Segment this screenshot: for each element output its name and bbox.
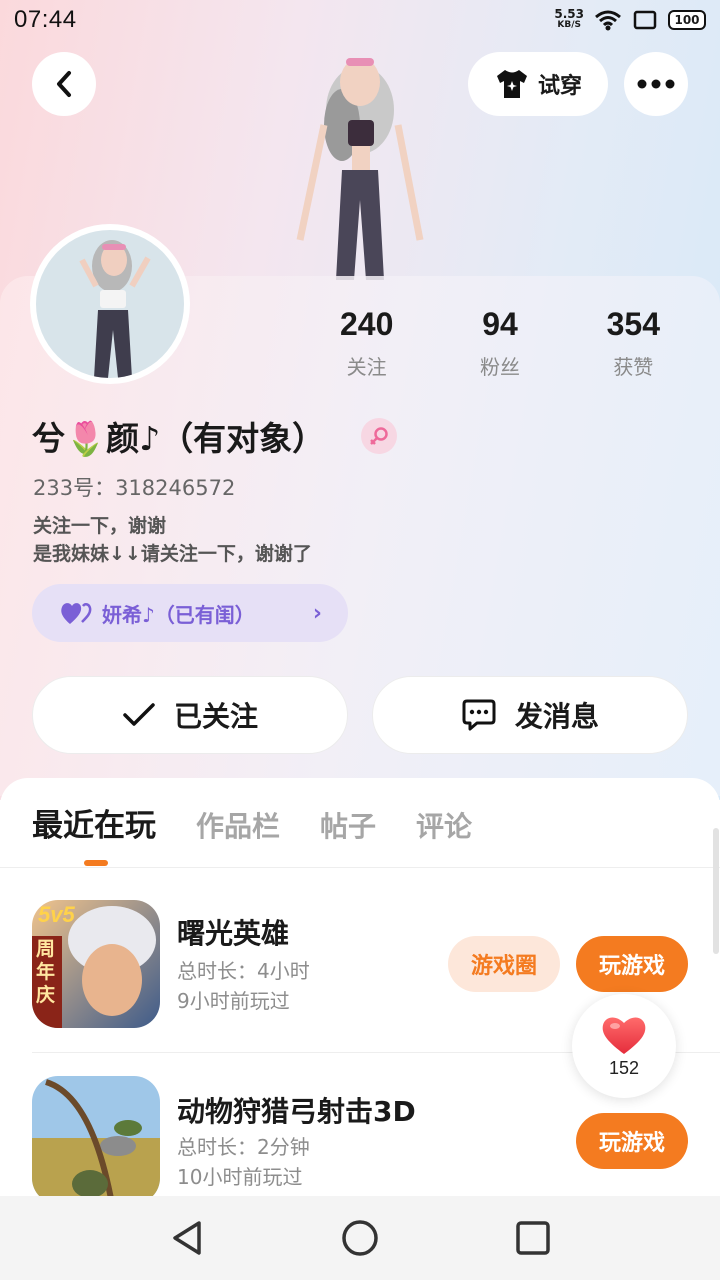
- hero-avatar-figure: [296, 58, 424, 280]
- like-count: 152: [608, 1057, 640, 1078]
- like-float-button[interactable]: 152: [572, 994, 676, 1098]
- tab-recently-played[interactable]: 最近在玩: [32, 800, 156, 845]
- tabs-divider: [0, 867, 720, 868]
- user-id: 233号：318246572: [33, 476, 236, 500]
- game-icon-badge-top: 5v5: [38, 902, 75, 927]
- stat-following-count: 240: [339, 306, 394, 342]
- follow-label: 已关注: [173, 700, 258, 733]
- game-icon-animal-hunting[interactable]: [32, 1076, 160, 1204]
- more-button[interactable]: [624, 52, 688, 116]
- game-duration: 总时长：2分钟: [177, 1135, 310, 1159]
- profile-bio: 关注一下，谢谢 是我妹妹↓↓请关注一下，谢谢了: [33, 512, 312, 568]
- net-speed-value: 5.53: [554, 7, 584, 21]
- bio-line-2: 是我妹妹↓↓请关注一下，谢谢了: [33, 543, 312, 565]
- net-speed-unit: KB/S: [557, 20, 581, 30]
- game-meta: 总时长：4小时 9小时前玩过: [177, 956, 310, 1016]
- tab-works[interactable]: 作品栏: [196, 805, 280, 845]
- stat-likes-count: 354: [606, 306, 661, 342]
- stat-fans[interactable]: 94 粉丝: [433, 306, 566, 380]
- back-triangle-icon[interactable]: [167, 1218, 207, 1258]
- play-game-button[interactable]: 玩游戏: [576, 936, 688, 992]
- try-on-label: 试穿: [537, 74, 582, 99]
- chat-bubble-icon: [462, 699, 496, 731]
- status-right: 5.53 KB/S 100: [554, 7, 706, 31]
- game-last-played: 9小时前玩过: [177, 989, 290, 1013]
- message-button[interactable]: 发消息: [372, 676, 688, 754]
- tab-posts[interactable]: 帖子: [320, 805, 376, 845]
- stat-fans-label: 粉丝: [479, 355, 520, 379]
- game-icon-badge-side: 周年庆: [36, 938, 56, 1006]
- chevron-left-icon: [57, 71, 71, 97]
- bio-line-1: 关注一下，谢谢: [33, 515, 167, 537]
- message-label: 发消息: [514, 700, 599, 733]
- home-circle-icon[interactable]: [340, 1218, 380, 1258]
- couple-heart-icon: [61, 603, 92, 624]
- chevron-right-icon: ›: [312, 600, 322, 626]
- game-duration: 总时长：4小时: [177, 959, 310, 983]
- avatar-image: [36, 230, 184, 378]
- avatar[interactable]: [30, 224, 190, 384]
- partner-label: 妍希♪（已有闺）: [102, 602, 255, 627]
- network-speed: 5.53 KB/S: [554, 7, 584, 31]
- tshirt-icon: [496, 70, 527, 98]
- game-circle-button[interactable]: 游戏圈: [448, 936, 560, 992]
- follow-button[interactable]: 已关注: [32, 676, 348, 754]
- gender-badge: [361, 418, 397, 454]
- system-nav-bar: [0, 1196, 720, 1280]
- tab-comments[interactable]: 评论: [416, 805, 472, 845]
- stat-following-label: 关注: [346, 355, 387, 379]
- stat-likes[interactable]: 354 获赞: [567, 306, 700, 380]
- female-icon: [370, 427, 388, 445]
- game-meta: 总时长：2分钟 10小时前玩过: [177, 1132, 310, 1192]
- status-bar: 07:44 5.53 KB/S 100: [0, 0, 720, 40]
- profile-nickname: 兮🌷颜♪（有对象）: [32, 419, 326, 458]
- profile-tabs: 最近在玩 作品栏 帖子 评论: [32, 800, 472, 845]
- stat-following[interactable]: 240 关注: [300, 306, 433, 380]
- play-game-button[interactable]: 玩游戏: [576, 1113, 688, 1169]
- status-time: 07:44: [14, 6, 77, 33]
- game-last-played: 10小时前玩过: [177, 1165, 303, 1189]
- try-on-button[interactable]: 试穿: [468, 52, 608, 116]
- back-button[interactable]: [32, 52, 96, 116]
- battery-indicator: 100: [668, 10, 706, 30]
- wifi-icon: [595, 10, 621, 31]
- partner-chip[interactable]: 妍希♪（已有闺） ›: [32, 584, 348, 642]
- stat-likes-label: 获赞: [613, 355, 654, 379]
- game-title: 动物狩猎弓射击3D: [177, 1095, 416, 1128]
- screen-cast-icon: [633, 10, 657, 30]
- stat-fans-count: 94: [482, 306, 518, 342]
- more-dots-icon: [637, 79, 675, 89]
- profile-stats: 240 关注 94 粉丝 354 获赞: [300, 306, 700, 380]
- game-icon-dawn-heroes[interactable]: 5v5 周年庆: [32, 900, 160, 1028]
- recents-square-icon[interactable]: [513, 1218, 553, 1258]
- active-tab-indicator: [84, 860, 108, 866]
- heart-icon: [602, 1016, 646, 1054]
- game-title: 曙光英雄: [177, 917, 290, 950]
- checkmark-icon: [123, 703, 155, 726]
